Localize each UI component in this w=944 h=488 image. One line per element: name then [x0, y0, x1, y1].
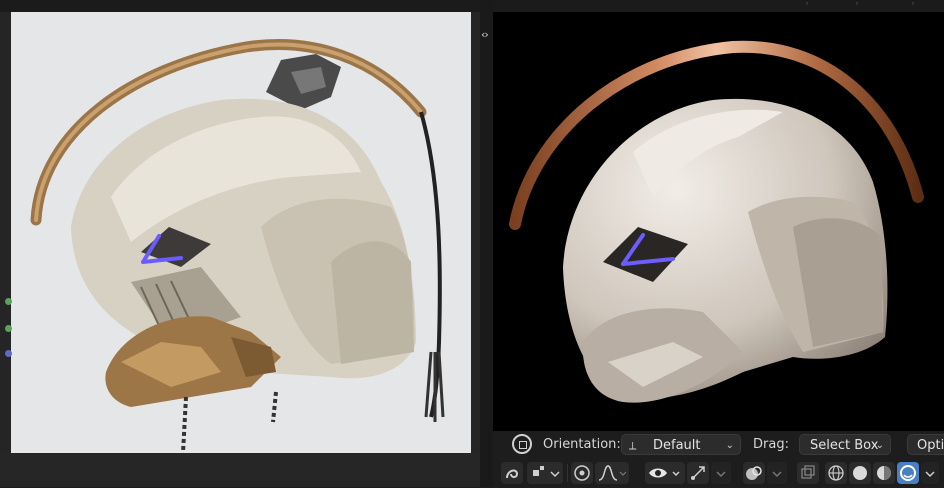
xray-icon[interactable]	[797, 462, 819, 484]
orientation-axes-icon: ⟂	[629, 439, 637, 452]
options-label: Opti	[917, 438, 944, 453]
viewport-top-icon[interactable]: ◦	[855, 0, 859, 8]
orientation-label: Orientation:	[543, 437, 621, 452]
chevron-down-icon[interactable]	[767, 462, 787, 484]
rendered-shading-icon[interactable]	[897, 462, 919, 484]
image-editor-panel	[0, 0, 480, 487]
gizmo-icon[interactable]	[687, 462, 709, 484]
material-shading-icon[interactable]	[873, 462, 895, 484]
snap-icon[interactable]	[501, 462, 523, 484]
chevron-down-icon[interactable]	[711, 462, 731, 484]
snap-target-icon[interactable]	[527, 462, 563, 484]
drag-dropdown[interactable]: Select Box ⌄	[799, 434, 891, 455]
area-splitter[interactable]	[480, 0, 493, 487]
image-editor-footer	[0, 453, 480, 487]
drag-label: Drag:	[753, 437, 789, 452]
viewport-top-icon[interactable]: ◦	[911, 0, 915, 8]
chevron-down-icon[interactable]	[921, 462, 939, 484]
orientation-dropdown[interactable]: ⟂ Default ⌄	[621, 434, 741, 455]
gizmo-handle-icon[interactable]	[5, 325, 12, 332]
orientation-value: Default	[653, 438, 701, 453]
concept-art-reference-image	[11, 12, 471, 453]
falloff-icon[interactable]	[595, 462, 629, 484]
gizmo-y-axis-icon[interactable]	[5, 298, 12, 305]
toolbar-divider	[567, 464, 568, 482]
chevron-down-icon: ⌄	[875, 440, 884, 451]
viewport-top-icon[interactable]: ◦	[805, 0, 809, 8]
solid-shading-icon[interactable]	[849, 462, 871, 484]
split-arrows-icon[interactable]: ‹›	[481, 28, 489, 41]
drag-value: Select Box	[810, 438, 879, 453]
viewport-top-bar: ◦ ◦ ◦	[493, 0, 944, 12]
gizmo-z-axis-icon[interactable]	[5, 350, 12, 357]
wireframe-shading-icon[interactable]	[825, 462, 847, 484]
visibility-icon[interactable]	[645, 462, 685, 484]
proportional-edit-icon[interactable]	[571, 462, 593, 484]
options-dropdown[interactable]: Opti	[907, 434, 944, 455]
viewport-header: Orientation: ⟂ Default ⌄ Drag: Select Bo…	[493, 431, 944, 458]
chevron-down-icon: ⌄	[725, 440, 734, 451]
3d-viewport[interactable]	[493, 12, 944, 431]
overlay-icon[interactable]	[743, 462, 765, 484]
transform-pivot-icon[interactable]	[512, 434, 532, 454]
image-editor-header	[0, 0, 480, 12]
viewport-toolbar	[493, 458, 944, 487]
